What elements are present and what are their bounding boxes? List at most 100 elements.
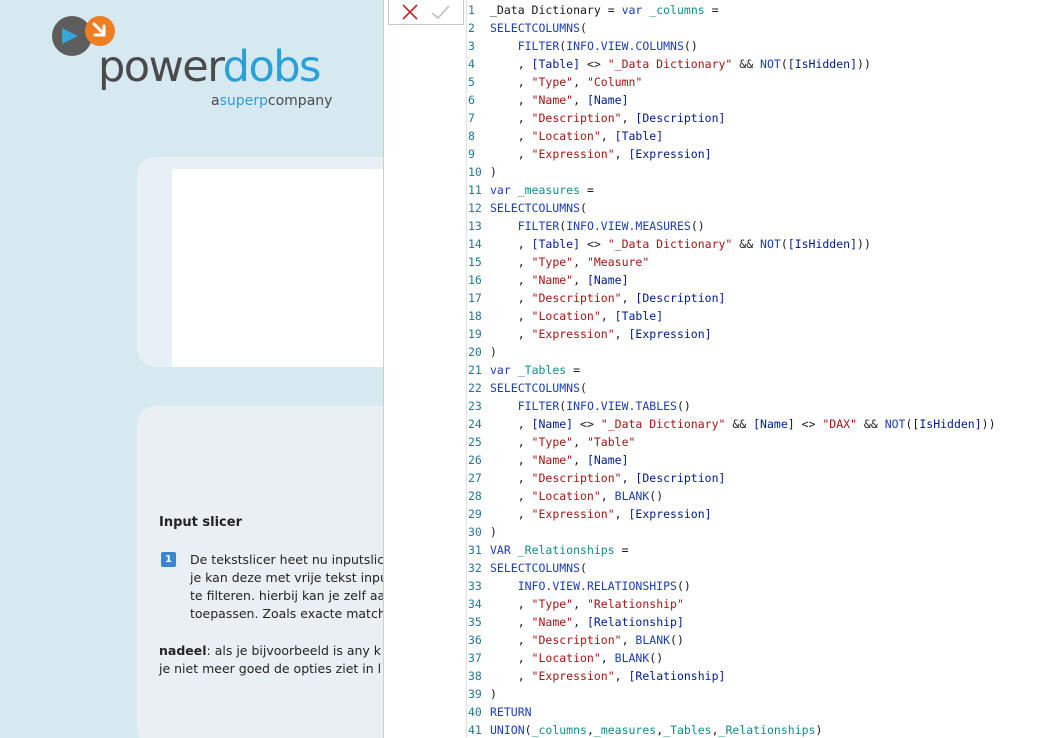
code-line[interactable]: 29 , "Expression", [Expression] <box>468 505 1053 523</box>
code-token: , <box>573 615 587 629</box>
code-line[interactable]: 32 SELECTCOLUMNS( <box>468 559 1053 577</box>
code-token: "Name" <box>531 453 574 467</box>
code-token: UNION <box>490 723 525 737</box>
code-token: "Location" <box>531 129 601 143</box>
code-token: "Description" <box>531 471 622 485</box>
code-line[interactable]: 23 FILTER(INFO.VIEW.TABLES() <box>468 397 1053 415</box>
code-line[interactable]: 15 , "Type", "Measure" <box>468 253 1053 271</box>
code-token: NOT <box>884 417 906 431</box>
code-line[interactable]: 16 , "Name", [Name] <box>468 271 1053 289</box>
code-token: , <box>573 435 587 449</box>
line-number: 2 <box>468 21 475 35</box>
code-token: , <box>614 327 629 341</box>
code-token: NOT <box>760 57 781 71</box>
code-token: , <box>600 489 615 503</box>
code-token: <> <box>573 417 601 431</box>
code-line[interactable]: 11 var _measures = <box>468 181 1053 199</box>
line-number: 37 <box>468 651 482 665</box>
code-token: [IsHidden] <box>787 57 858 71</box>
code-token: SELECTCOLUMNS <box>490 201 581 215</box>
line-number: 6 <box>468 93 475 107</box>
code-token: <> <box>580 57 608 71</box>
code-line[interactable]: 36 , "Description", BLANK() <box>468 631 1053 649</box>
visual-card-top-content[interactable] <box>172 169 383 367</box>
code-token: [Description] <box>635 111 726 125</box>
code-token: ( <box>580 201 587 215</box>
code-line[interactable]: 14 , [Table] <> "_Data Dictionary" && NO… <box>468 235 1053 253</box>
code-line[interactable]: 31 VAR _Relationships = <box>468 541 1053 559</box>
code-line[interactable]: 25 , "Type", "Table" <box>468 433 1053 451</box>
code-line[interactable]: 1 _Data Dictionary = var _columns = <box>468 1 1053 19</box>
code-line[interactable]: 4 , [Table] <> "_Data Dictionary" && NOT… <box>468 55 1053 73</box>
paragraph-line-4: toepassen. Zoals exacte match <box>190 606 383 621</box>
code-line[interactable]: 19 , "Expression", [Expression] <box>468 325 1053 343</box>
code-line[interactable]: 8 , "Location", [Table] <box>468 127 1053 145</box>
code-line[interactable]: 9 , "Expression", [Expression] <box>468 145 1053 163</box>
confirm-button[interactable] <box>429 1 451 23</box>
code-token: , <box>490 147 532 161</box>
code-line[interactable]: 3 FILTER(INFO.VIEW.COLUMNS() <box>468 37 1053 55</box>
code-token: () <box>670 633 684 647</box>
code-line[interactable]: 21 var _Tables = <box>468 361 1053 379</box>
report-canvas: powerdobs asuperpcompany Input slicer 1 … <box>0 0 383 738</box>
code-token: [Relationship] <box>628 669 726 683</box>
code-token: = <box>580 183 594 197</box>
code-line[interactable]: 17 , "Description", [Description] <box>468 289 1053 307</box>
code-line[interactable]: 37 , "Location", BLANK() <box>468 649 1053 667</box>
code-token: ( <box>524 723 532 737</box>
code-token: , <box>490 129 532 143</box>
code-line[interactable]: 20) <box>468 343 1053 361</box>
x-icon <box>402 4 418 20</box>
powerdobs-logo: powerdobs asuperpcompany <box>48 14 358 114</box>
code-line[interactable]: 33 INFO.VIEW.RELATIONSHIPS() <box>468 577 1053 595</box>
code-token: "Name" <box>531 93 574 107</box>
code-token: , <box>490 111 532 125</box>
code-line[interactable]: 40 RETURN <box>468 703 1053 721</box>
code-line[interactable]: 27 , "Description", [Description] <box>468 469 1053 487</box>
code-token: "Expression" <box>531 327 615 341</box>
code-line[interactable]: 26 , "Name", [Name] <box>468 451 1053 469</box>
code-line[interactable]: 6 , "Name", [Name] <box>468 91 1053 109</box>
code-token: "Name" <box>531 273 574 287</box>
code-token: [Expression] <box>628 327 712 341</box>
code-line[interactable]: 30) <box>468 523 1053 541</box>
code-line[interactable]: 2 SELECTCOLUMNS( <box>468 19 1053 37</box>
code-token: , <box>621 291 636 305</box>
code-line[interactable]: 38 , "Expression", [Relationship] <box>468 667 1053 685</box>
code-line[interactable]: 18 , "Location", [Table] <box>468 307 1053 325</box>
dax-formula-editor[interactable]: 1 _Data Dictionary = var _columns = 2 SELEC… <box>383 0 1053 738</box>
code-line[interactable]: 24 , [Name] <> "_Data Dictionary" && [Na… <box>468 415 1053 433</box>
code-token: FILTER <box>517 39 560 53</box>
code-line[interactable]: 41 UNION(_columns,_measures,_Tables,_Rela… <box>468 721 1053 738</box>
code-line[interactable]: 35 , "Name", [Relationship] <box>468 613 1053 631</box>
code-token: ( <box>580 381 587 395</box>
code-line[interactable]: 7 , "Description", [Description] <box>468 109 1053 127</box>
line-number: 34 <box>468 597 482 611</box>
code-line[interactable]: 28 , "Location", BLANK() <box>468 487 1053 505</box>
line-number: 35 <box>468 615 482 629</box>
code-line[interactable]: 10) <box>468 163 1053 181</box>
number-one-icon: 1 <box>161 552 176 567</box>
formula-commit-bar <box>388 0 464 25</box>
code-token: _measures <box>593 723 657 737</box>
code-area[interactable]: 1 _Data Dictionary = var _columns = 2 SELEC… <box>468 1 1053 738</box>
code-token: "DAX" <box>822 417 857 431</box>
code-token: , <box>490 507 532 521</box>
code-line[interactable]: 34 , "Type", "Relationship" <box>468 595 1053 613</box>
code-token: _Tables <box>663 723 712 737</box>
cancel-button[interactable] <box>399 1 421 23</box>
code-line[interactable]: 39) <box>468 685 1053 703</box>
code-token: , <box>490 471 532 485</box>
line-number: 11 <box>468 183 482 197</box>
code-line[interactable]: 22 SELECTCOLUMNS( <box>468 379 1053 397</box>
code-line[interactable]: 13 FILTER(INFO.VIEW.MEASURES() <box>468 217 1053 235</box>
code-token: "Location" <box>531 651 601 665</box>
code-token: && <box>857 417 885 431</box>
code-token: )) <box>857 57 871 71</box>
code-line[interactable]: 5 , "Type", "Column" <box>468 73 1053 91</box>
code-token: () <box>649 651 664 665</box>
code-token: "Expression" <box>531 147 615 161</box>
code-token: ( <box>780 237 788 251</box>
code-line[interactable]: 12 SELECTCOLUMNS( <box>468 199 1053 217</box>
